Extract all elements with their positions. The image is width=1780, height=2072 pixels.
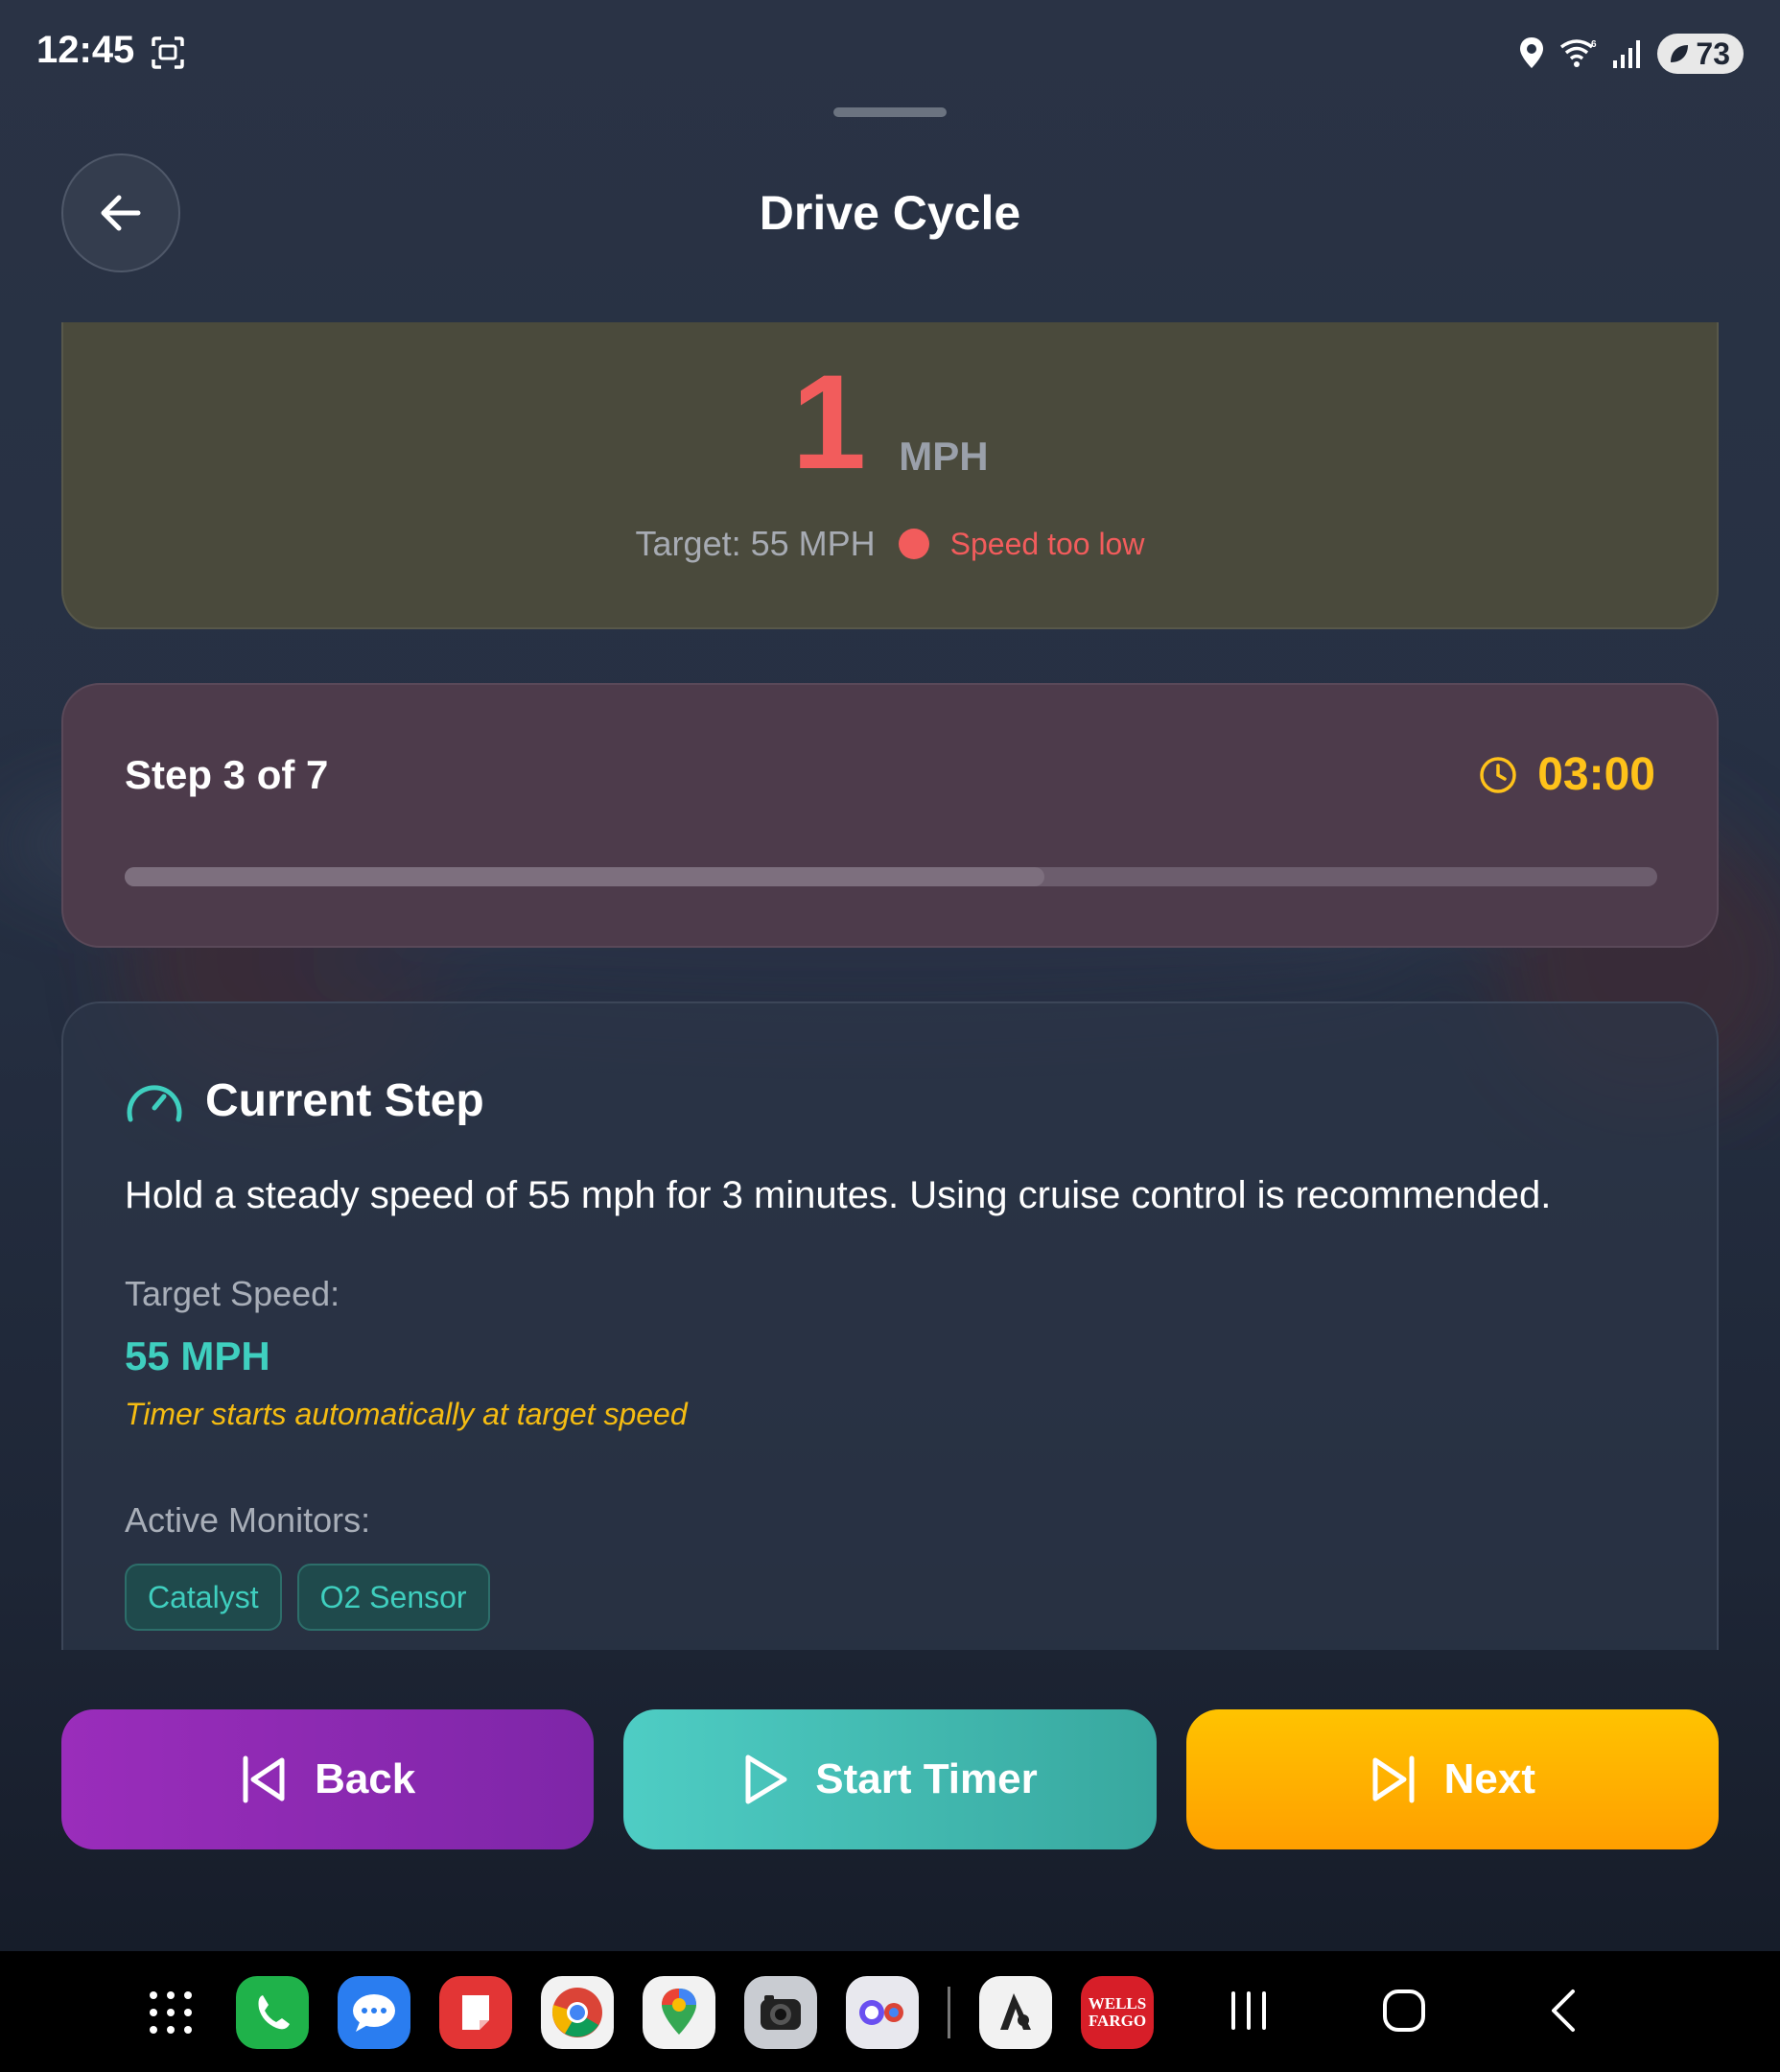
svg-text:6: 6 bbox=[1591, 39, 1597, 50]
recent-apps-icon bbox=[1231, 1991, 1266, 2030]
status-bar: 12:45 6 73 bbox=[0, 0, 1780, 107]
dock-separator bbox=[948, 1987, 950, 2038]
app-dock: WELLS FARGO bbox=[134, 1976, 1154, 2049]
step-description: Hold a steady speed of 55 mph for 3 minu… bbox=[125, 1174, 1552, 1216]
recent-apps-button[interactable] bbox=[1210, 1972, 1287, 2049]
current-speed-value: 1 bbox=[791, 346, 867, 497]
step-timer-value: 03:00 bbox=[1537, 749, 1655, 800]
browser-folder-icon[interactable] bbox=[846, 1976, 919, 2049]
speed-status-text: Speed too low bbox=[949, 526, 1145, 561]
signal-icon bbox=[1613, 40, 1641, 68]
monitor-chip: Catalyst bbox=[125, 1564, 282, 1631]
wells-fargo-logo-line1: WELLS bbox=[1088, 1994, 1147, 2013]
clock-icon bbox=[1480, 756, 1516, 793]
wifi-icon: 6 bbox=[1560, 39, 1597, 67]
speed-status-dot bbox=[898, 529, 929, 559]
battery-level: 73 bbox=[1696, 35, 1730, 71]
step-counter: Step 3 of 7 bbox=[125, 752, 329, 797]
sheet-drag-handle[interactable] bbox=[833, 107, 947, 117]
wells-fargo-logo-line2: FARGO bbox=[1088, 2012, 1147, 2030]
system-nav-bar: WELLS FARGO bbox=[0, 1951, 1780, 2072]
home-button[interactable] bbox=[1366, 1972, 1442, 2049]
skip-previous-icon bbox=[243, 1755, 285, 1803]
app-drawer-icon[interactable] bbox=[134, 1976, 207, 2049]
status-icons: 6 73 bbox=[1517, 31, 1744, 77]
start-timer-button[interactable]: Start Timer bbox=[623, 1709, 1157, 1849]
chevron-left-icon bbox=[1552, 1990, 1575, 2032]
camera-app-icon[interactable] bbox=[744, 1976, 817, 2049]
target-speed-value: 55 MPH bbox=[125, 1333, 270, 1378]
chrome-app-icon[interactable] bbox=[541, 1976, 614, 2049]
battery-indicator: 73 bbox=[1657, 34, 1744, 74]
maps-app-icon[interactable] bbox=[643, 1976, 715, 2049]
messages-app-icon[interactable] bbox=[338, 1976, 410, 2049]
phone-app-icon[interactable] bbox=[236, 1976, 309, 2049]
previous-step-label: Back bbox=[315, 1755, 416, 1802]
monitor-chips: Catalyst O2 Sensor bbox=[125, 1564, 490, 1631]
current-step-card: Current Step Hold a steady speed of 55 m… bbox=[61, 1001, 1719, 1650]
target-speed-heading: Target Speed: bbox=[125, 1274, 340, 1313]
previous-step-button[interactable]: Back bbox=[61, 1709, 595, 1849]
speed-unit: MPH bbox=[899, 434, 989, 479]
speed-card: 1 MPH Target: 55 MPH Speed too low bbox=[61, 322, 1719, 629]
screen-capture-icon bbox=[152, 36, 184, 69]
page-title: Drive Cycle bbox=[759, 186, 1021, 240]
step-timer: 03:00 bbox=[1478, 748, 1655, 801]
start-timer-label: Start Timer bbox=[815, 1755, 1038, 1802]
step-progress-card: Step 3 of 7 03:00 bbox=[61, 683, 1719, 948]
wells-fargo-app-icon[interactable]: WELLS FARGO bbox=[1081, 1976, 1154, 2049]
step-progress-fill bbox=[125, 867, 1044, 886]
timer-auto-start-note: Timer starts automatically at target spe… bbox=[125, 1397, 688, 1431]
dashboard-app-icon[interactable] bbox=[979, 1976, 1052, 2049]
battery-saver-icon bbox=[1671, 45, 1689, 62]
notes-app-icon[interactable] bbox=[439, 1976, 512, 2049]
active-monitors-heading: Active Monitors: bbox=[125, 1500, 371, 1540]
skip-next-icon bbox=[1372, 1755, 1415, 1803]
home-icon bbox=[1383, 1990, 1425, 2032]
next-step-label: Next bbox=[1443, 1755, 1535, 1802]
location-icon bbox=[1520, 37, 1544, 68]
step-progress-bar bbox=[125, 867, 1657, 886]
status-time: 12:45 bbox=[36, 29, 135, 71]
play-icon bbox=[745, 1754, 787, 1804]
current-step-title: Current Step bbox=[205, 1075, 484, 1126]
monitor-chip: O2 Sensor bbox=[296, 1564, 490, 1631]
speedometer-icon bbox=[127, 1084, 182, 1121]
target-speed-label: Target: 55 MPH bbox=[635, 524, 876, 563]
system-back-button[interactable] bbox=[1525, 1972, 1602, 2049]
next-step-button[interactable]: Next bbox=[1185, 1709, 1719, 1849]
step-actions: Back Start Timer Next bbox=[61, 1709, 1719, 1849]
